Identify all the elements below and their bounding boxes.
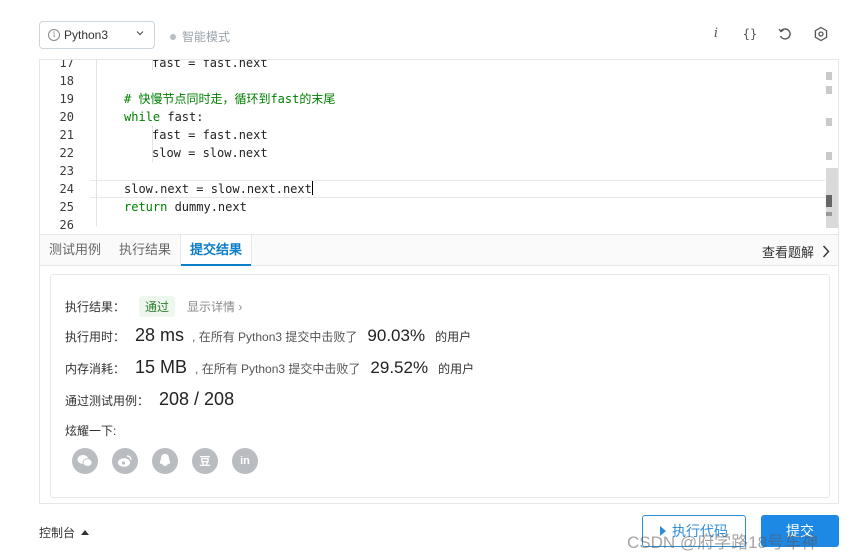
reset-icon[interactable] xyxy=(777,26,793,42)
testcases-value: 208 / 208 xyxy=(159,389,235,409)
line-number: 18 xyxy=(59,74,74,88)
code-line[interactable]: slow.next = slow.next.next xyxy=(90,180,313,198)
tab-run-result[interactable]: 执行结果 xyxy=(110,235,180,265)
view-solution-label: 查看题解 xyxy=(761,245,814,260)
code-editor[interactable]: 17 18 19 20 21 22 23 24 25 26 fast = fast.next # 快慢… xyxy=(39,59,839,234)
result-panel: 执行结果： 通过 显示详情 › 执行用时： 28 ms , 在所有 Python… xyxy=(39,266,839,504)
minimap-mark xyxy=(826,118,832,126)
minimap-mark xyxy=(826,152,832,160)
code-line[interactable] xyxy=(90,162,96,180)
memory-label: 内存消耗： xyxy=(65,362,126,376)
line-number: 26 xyxy=(59,218,74,232)
console-label: 控制台 xyxy=(39,526,76,540)
code-text: # 快慢节点同时走，循环到fast的末尾 xyxy=(124,92,336,106)
code-line[interactable]: # 快慢节点同时走，循环到fast的末尾 xyxy=(90,90,335,108)
code-text: fast = fast.next xyxy=(152,59,268,70)
line-number: 19 xyxy=(59,92,74,106)
runtime-percent: 90.03% xyxy=(367,326,426,345)
status-row: 执行结果： 通过 显示详情 › xyxy=(65,296,242,317)
caret-up-icon xyxy=(81,530,90,535)
code-line[interactable]: fast = fast.next xyxy=(90,59,268,72)
linkedin-icon[interactable]: in xyxy=(232,448,258,474)
runtime-prefix: , 在所有 Python3 提交中击败了 xyxy=(192,330,358,344)
line-number-gutter: 17 18 19 20 21 22 23 24 25 26 xyxy=(40,60,90,234)
share-label: 炫耀一下: xyxy=(65,424,117,438)
text-cursor xyxy=(311,181,313,195)
douban-icon[interactable]: 豆 xyxy=(192,448,218,474)
chevron-down-icon xyxy=(136,31,144,36)
code-text: slow.next = slow.next.next xyxy=(124,182,312,196)
line-number: 20 xyxy=(59,110,74,124)
console-toggle[interactable]: 控制台 xyxy=(39,524,90,541)
code-text: fast = fast.next xyxy=(152,128,268,142)
view-solution-link[interactable]: 查看题解 xyxy=(762,242,830,261)
minimap-mark xyxy=(826,86,832,94)
code-line[interactable]: while fast: xyxy=(90,108,203,126)
line-number: 25 xyxy=(59,200,74,214)
info-icon: i xyxy=(48,29,60,41)
tab-test-cases[interactable]: 测试用例 xyxy=(40,235,110,265)
code-line[interactable]: slow = slow.next xyxy=(90,144,268,162)
show-details-link[interactable]: 显示详情 › xyxy=(187,298,242,315)
share-buttons: 豆 in xyxy=(72,448,272,474)
minimap-mark xyxy=(826,212,832,216)
wechat-icon[interactable] xyxy=(72,448,98,474)
qq-icon[interactable] xyxy=(152,448,178,474)
code-braces-icon[interactable]: {} xyxy=(742,26,758,42)
runtime-suffix: 的用户 xyxy=(435,330,472,344)
info-italic-icon[interactable]: i xyxy=(708,26,724,42)
code-text: slow = slow.next xyxy=(152,146,268,160)
line-number: 22 xyxy=(59,146,74,160)
line-number: 23 xyxy=(59,164,74,178)
line-number: 17 xyxy=(59,59,74,70)
status-label: 执行结果： xyxy=(65,300,126,314)
code-line[interactable] xyxy=(90,72,96,90)
status-badge: 通过 xyxy=(139,296,176,317)
language-select[interactable]: i Python3 xyxy=(39,21,155,49)
status-dot-icon xyxy=(170,33,176,40)
runtime-row: 执行用时： 28 ms , 在所有 Python3 提交中击败了 90.03% … xyxy=(65,325,471,346)
runtime-value: 28 ms xyxy=(135,325,185,345)
memory-value: 15 MB xyxy=(135,357,188,377)
cursor-marker xyxy=(826,195,832,207)
result-tabs: 测试用例 执行结果 提交结果 查看题解 xyxy=(39,234,839,266)
memory-suffix: 的用户 xyxy=(438,362,475,376)
code-line[interactable]: return dummy.next xyxy=(90,198,247,216)
runtime-label: 执行用时： xyxy=(65,330,126,344)
testcases-label: 通过测试用例： xyxy=(65,394,150,408)
memory-prefix: , 在所有 Python3 提交中击败了 xyxy=(195,362,361,376)
testcases-row: 通过测试用例： 208 / 208 xyxy=(65,389,234,410)
line-number: 21 xyxy=(59,128,74,142)
code-text: while fast: xyxy=(124,110,204,124)
memory-row: 内存消耗： 15 MB , 在所有 Python3 提交中击败了 29.52% … xyxy=(65,357,474,378)
chevron-right-icon xyxy=(822,245,830,258)
watermark: CSDN @府学路18号车神 xyxy=(627,533,819,552)
line-number: 24 xyxy=(59,182,74,196)
weibo-icon[interactable] xyxy=(112,448,138,474)
share-label-row: 炫耀一下: xyxy=(65,422,116,439)
code-line[interactable] xyxy=(90,216,96,234)
settings-icon[interactable] xyxy=(813,26,829,42)
code-text: return dummy.next xyxy=(124,200,247,214)
code-line[interactable]: fast = fast.next xyxy=(90,126,268,144)
smart-mode-toggle[interactable]: 智能模式 xyxy=(170,28,230,45)
tab-submit-result[interactable]: 提交结果 xyxy=(180,235,253,266)
memory-percent: 29.52% xyxy=(370,358,429,377)
language-label: Python3 xyxy=(64,28,109,42)
minimap-mark xyxy=(826,72,832,80)
smart-mode-label: 智能模式 xyxy=(182,30,231,44)
result-card: 执行结果： 通过 显示详情 › 执行用时： 28 ms , 在所有 Python… xyxy=(50,274,830,498)
